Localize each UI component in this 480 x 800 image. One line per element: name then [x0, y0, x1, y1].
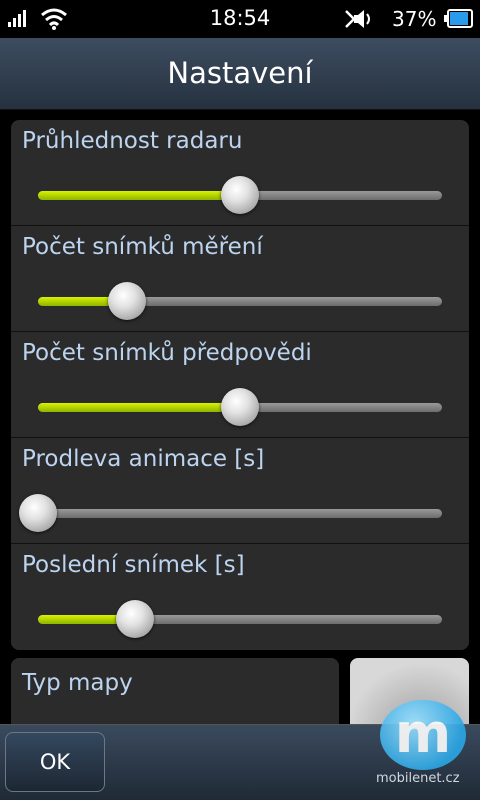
speaker-icon	[345, 10, 370, 28]
setting-forecast-frames: Počet snímků předpovědi	[11, 332, 469, 438]
battery-icon	[444, 9, 473, 28]
setting-label: Prodleva animace [s]	[22, 446, 265, 472]
slider-handle[interactable]	[115, 600, 154, 638]
ok-button[interactable]: OK	[5, 732, 105, 792]
title-bar: Nastavení	[0, 38, 480, 110]
setting-last-frame: Poslední snímek [s]	[11, 544, 469, 650]
page-title: Nastavení	[167, 56, 313, 90]
slider-handle[interactable]	[19, 494, 57, 532]
slider-track[interactable]	[38, 297, 442, 306]
settings-list: Průhlednost radaru Počet snímků měření P…	[11, 120, 469, 650]
setting-measured-frames: Počet snímků měření	[11, 226, 469, 332]
status-bar: 18:54 37%	[0, 0, 480, 38]
slider-fill	[38, 191, 240, 200]
battery-percent: 37%	[392, 7, 437, 31]
watermark-logo: m	[380, 700, 466, 770]
slider-fill	[38, 403, 240, 412]
setting-label: Počet snímků předpovědi	[22, 340, 312, 366]
setting-animation-delay: Prodleva animace [s]	[11, 438, 469, 544]
setting-label: Poslední snímek [s]	[22, 552, 245, 578]
slider-track[interactable]	[38, 509, 442, 518]
slider-handle[interactable]	[221, 176, 259, 214]
slider-handle[interactable]	[221, 388, 259, 426]
watermark-logo-letter: m	[394, 702, 452, 765]
slider-track[interactable]	[38, 615, 442, 624]
watermark-text: mobilenet.cz	[376, 771, 460, 786]
slider-handle[interactable]	[107, 282, 146, 320]
setting-label: Průhlednost radaru	[22, 128, 243, 154]
map-type-label: Typ mapy	[22, 670, 133, 696]
setting-label: Počet snímků měření	[22, 234, 263, 260]
setting-radar-transparency: Průhlednost radaru	[11, 120, 469, 226]
